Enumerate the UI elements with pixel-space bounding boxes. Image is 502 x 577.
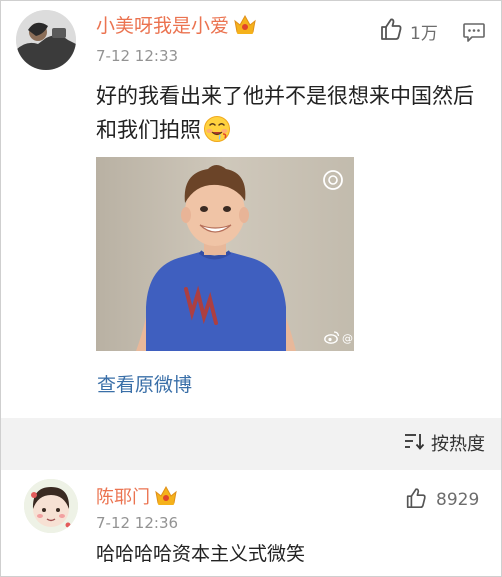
drooling-face-emoji-icon: [203, 115, 231, 153]
avatar[interactable]: [16, 10, 76, 70]
sort-label: 按热度: [431, 434, 485, 455]
like-count: 8929: [436, 490, 480, 510]
video-thumbnail[interactable]: @: [96, 157, 354, 351]
username[interactable]: 小美呀我是小爱: [96, 13, 257, 42]
avatar[interactable]: [24, 479, 78, 533]
video-frame-image: [96, 157, 354, 351]
username[interactable]: 陈耶门: [96, 484, 178, 514]
view-original-post-link[interactable]: 查看原微博: [97, 372, 192, 398]
crown-badge-icon: [154, 484, 178, 514]
sort-icon: [403, 431, 425, 455]
timestamp: 7-12 12:33: [96, 47, 179, 65]
weibo-logo-icon: [324, 329, 340, 348]
more-options-icon[interactable]: [462, 20, 486, 44]
like-button[interactable]: 1万: [378, 16, 438, 46]
sort-bar: 按热度: [0, 418, 502, 470]
video-watermark: @: [324, 329, 353, 348]
comment-text-body: 好的我看出来了他并不是很想来中国然后和我们拍照: [96, 84, 474, 142]
comment-text: 哈哈哈哈资本主义式微笑: [96, 543, 306, 565]
like-button[interactable]: 8929: [404, 486, 479, 514]
timestamp: 7-12 12:36: [96, 514, 179, 532]
crown-badge-icon: [233, 13, 257, 42]
thumbs-up-icon: [404, 486, 428, 514]
sort-by-hot-button[interactable]: 按热度: [403, 430, 485, 456]
comment-text: 好的我看出来了他并不是很想来中国然后和我们拍照: [96, 79, 491, 153]
like-count: 1万: [410, 23, 438, 44]
username-text[interactable]: 陈耶门: [96, 487, 150, 508]
comment-item: 小美呀我是小爱 7-12 12:33 1万 好的我看出来了他并不是很想来中国然后…: [0, 0, 502, 418]
watermark-text: @: [342, 332, 353, 345]
thumbs-up-icon: [378, 16, 404, 46]
video-play-icon[interactable]: [322, 169, 344, 195]
username-text[interactable]: 小美呀我是小爱: [96, 15, 229, 37]
comment-item: 陈耶门 7-12 12:36 8929 哈哈哈哈资本主义式微笑: [0, 470, 502, 577]
